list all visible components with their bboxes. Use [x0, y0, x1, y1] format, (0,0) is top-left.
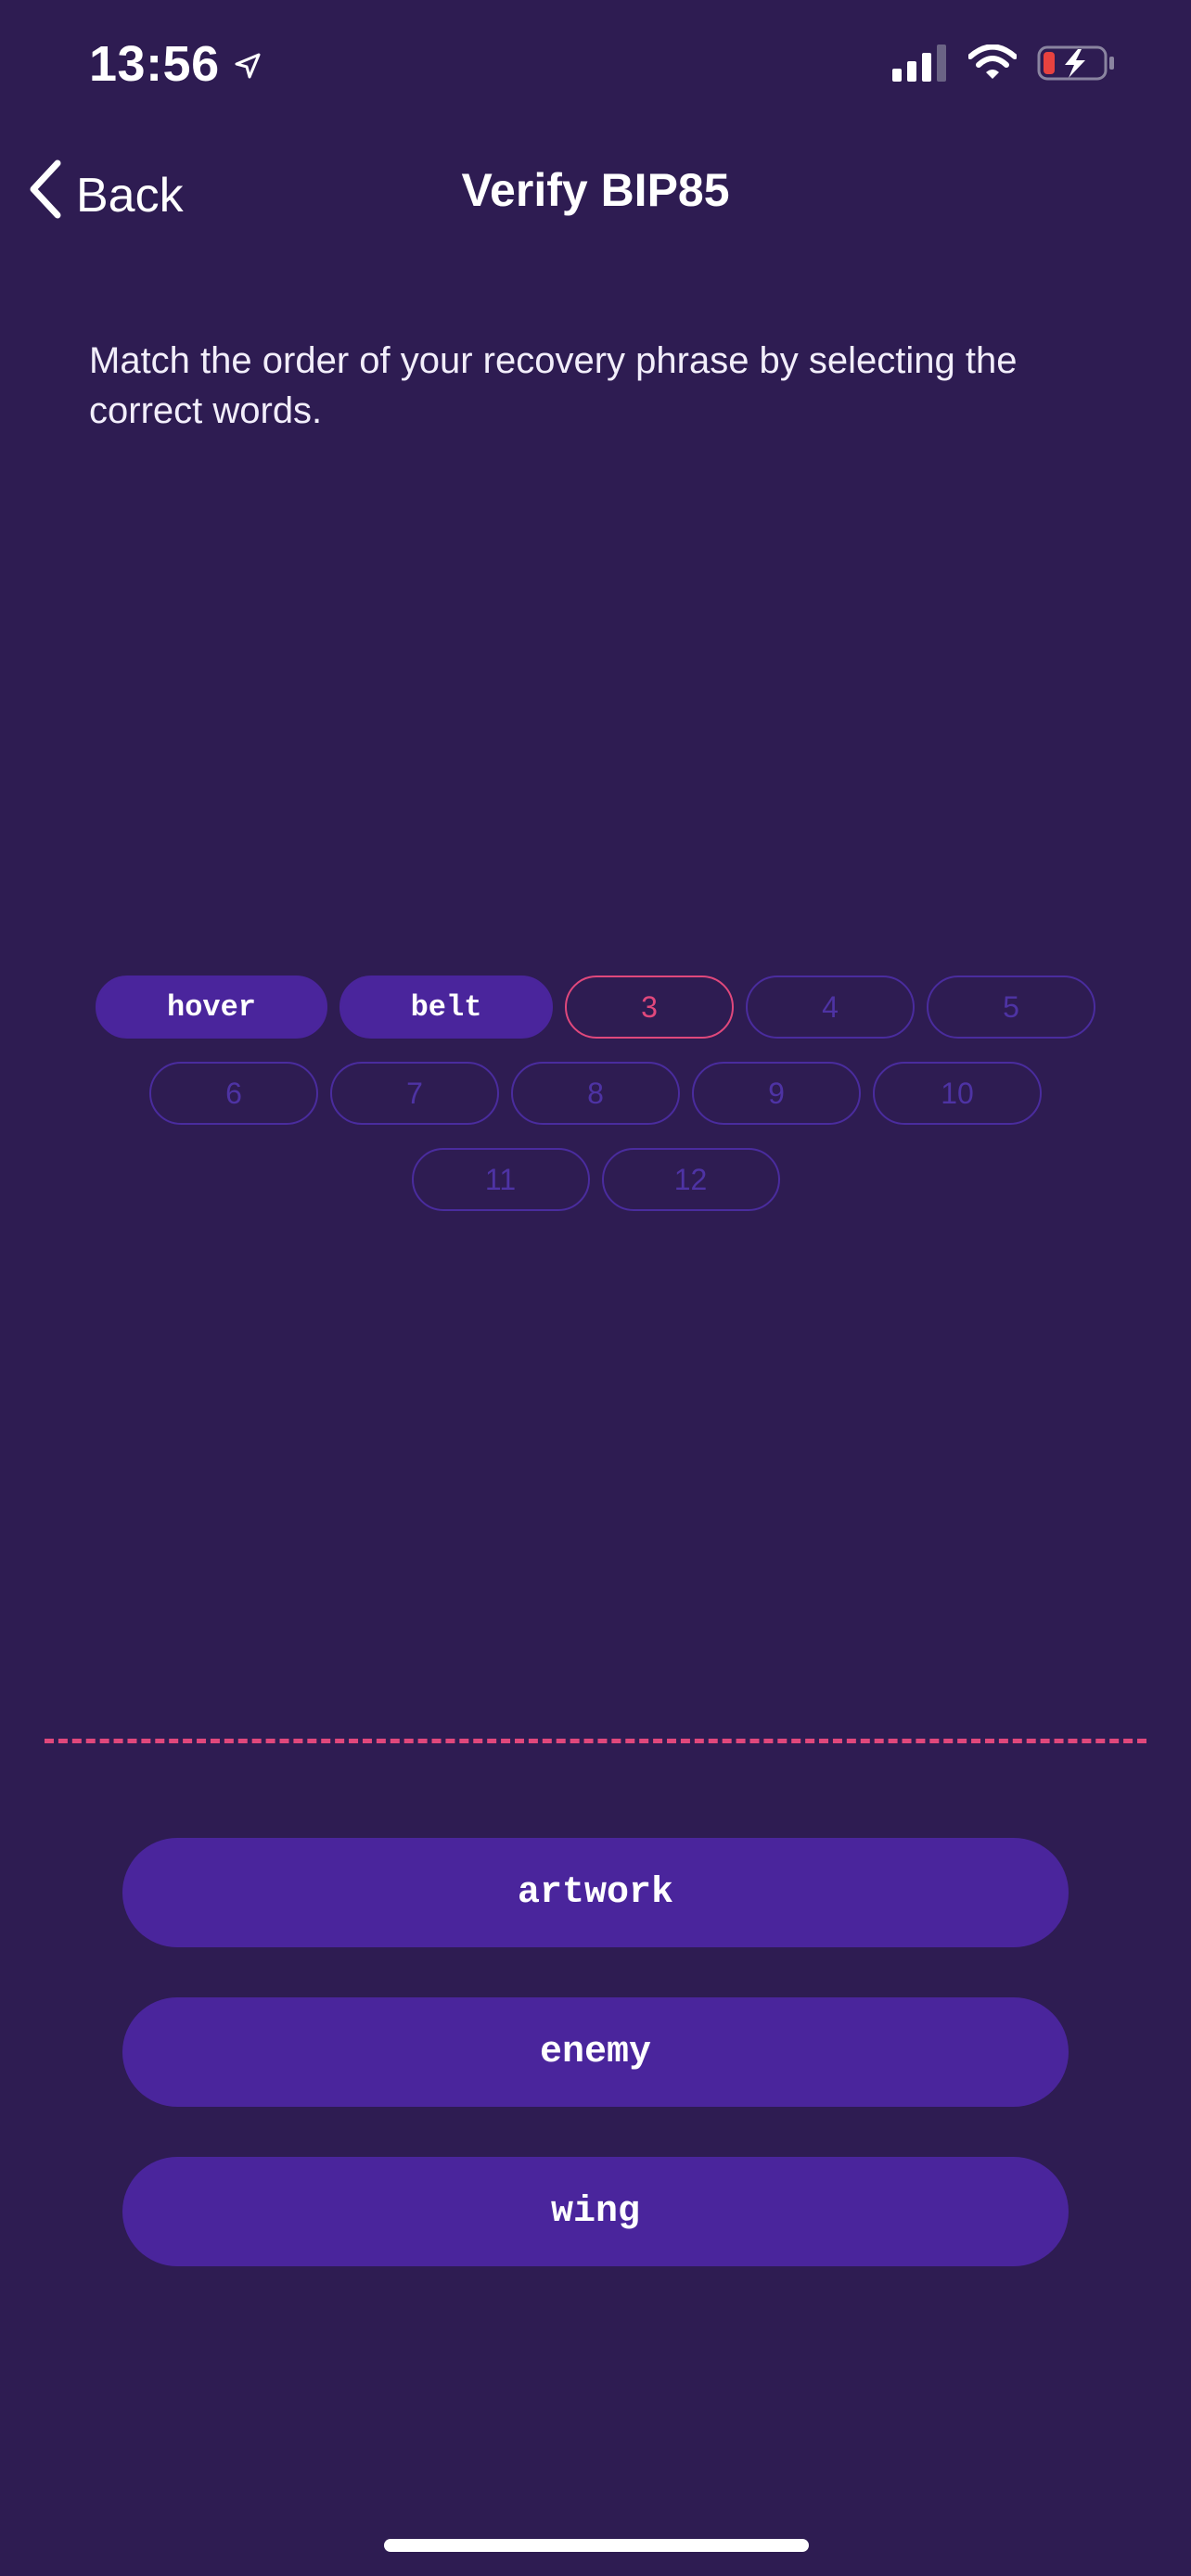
- word-slot-4[interactable]: 4: [746, 976, 915, 1039]
- word-choices: artwork enemy wing: [122, 1838, 1069, 2316]
- word-slot-12[interactable]: 12: [601, 1148, 780, 1211]
- slot-row-3: 11 12: [0, 1148, 1191, 1211]
- home-indicator[interactable]: [384, 2539, 809, 2552]
- dashed-divider: [45, 1739, 1146, 1743]
- word-slot-3[interactable]: 3: [565, 976, 734, 1039]
- word-slot-7[interactable]: 7: [330, 1062, 499, 1125]
- verify-screen: 13:56 Back Verify BIP85 Match the order …: [0, 0, 1191, 2576]
- word-slot-8[interactable]: 8: [511, 1062, 680, 1125]
- cellular-signal-icon: [892, 45, 948, 86]
- choice-button-enemy[interactable]: enemy: [122, 1997, 1069, 2107]
- status-time-text: 13:56: [89, 36, 220, 92]
- word-slot-9[interactable]: 9: [692, 1062, 861, 1125]
- slot-row-2: 6 7 8 9 10: [0, 1062, 1191, 1125]
- word-slot-5[interactable]: 5: [927, 976, 1095, 1039]
- word-slots: hover belt 3 4 5 6 7 8 9 10 11 12: [0, 976, 1191, 1234]
- word-slot-10[interactable]: 10: [873, 1062, 1042, 1125]
- word-slot-6[interactable]: 6: [149, 1062, 318, 1125]
- wifi-icon: [967, 44, 1018, 86]
- instruction-text: Match the order of your recovery phrase …: [89, 340, 1018, 431]
- status-bar-time: 13:56: [89, 35, 263, 93]
- battery-charging-icon: [1037, 45, 1115, 86]
- choice-button-artwork[interactable]: artwork: [122, 1838, 1069, 1947]
- page-title: Verify BIP85: [461, 164, 730, 216]
- word-slot-11[interactable]: 11: [411, 1148, 590, 1211]
- choice-button-wing[interactable]: wing: [122, 2157, 1069, 2266]
- word-slot-2[interactable]: belt: [339, 976, 553, 1039]
- word-slot-1[interactable]: hover: [96, 976, 327, 1039]
- slot-row-1: hover belt 3 4 5: [0, 976, 1191, 1039]
- status-bar-indicators: [892, 44, 1115, 86]
- location-arrow-icon: [233, 35, 263, 93]
